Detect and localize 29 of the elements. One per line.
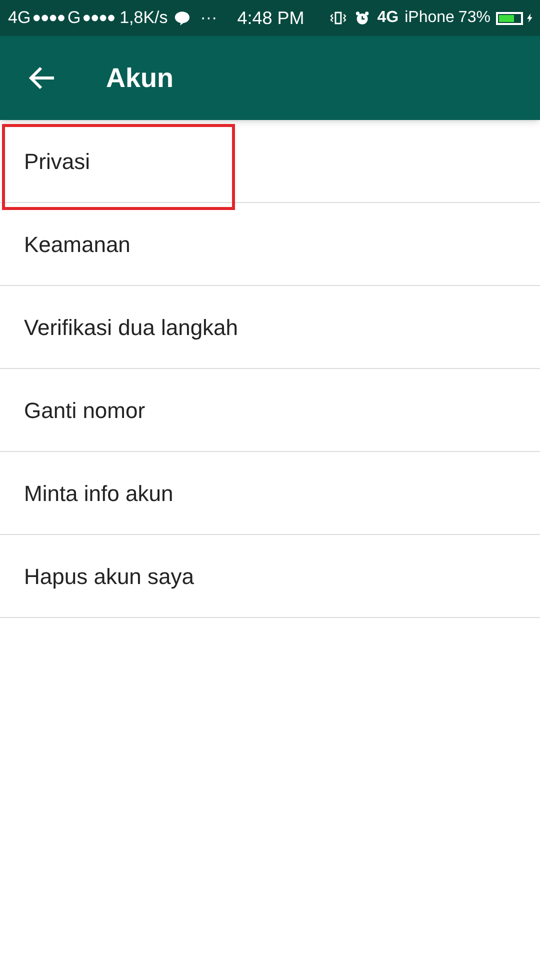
item-label: Verifikasi dua langkah	[24, 314, 238, 342]
carrier-label: iPhone	[404, 8, 454, 28]
page-title: Akun	[106, 62, 174, 95]
network-label: 4G	[377, 8, 399, 28]
settings-item[interactable]: Hapus akun saya	[0, 535, 540, 618]
network-label: G	[68, 7, 81, 30]
item-label: Keamanan	[24, 230, 130, 258]
settings-item[interactable]: Privasi	[0, 120, 540, 203]
speed-label: 1,8K/s	[120, 7, 168, 30]
settings-item[interactable]: Minta info akun	[0, 452, 540, 535]
item-label: Privasi	[24, 148, 90, 176]
item-label: Ganti nomor	[24, 396, 146, 424]
charging-icon	[526, 13, 532, 23]
settings-item[interactable]: Ganti nomor	[0, 369, 540, 452]
item-label: Hapus akun saya	[24, 562, 194, 591]
time-label: 4:48 PM	[237, 6, 304, 30]
item-label: Minta info akun	[24, 480, 174, 508]
vibrate-icon	[330, 10, 347, 26]
chat-bubble-icon	[174, 10, 190, 26]
overflow-label: ···	[200, 7, 218, 30]
signal-dots-icon	[82, 14, 116, 22]
alarm-clock-icon	[354, 10, 370, 26]
back-arrow-icon	[29, 66, 55, 90]
signal-dots-icon	[32, 14, 66, 22]
battery-icon	[496, 12, 523, 24]
settings-item[interactable]: Verifikasi dua langkah	[0, 286, 540, 369]
network-label: 4G	[8, 7, 31, 30]
settings-item[interactable]: Keamanan	[0, 203, 540, 286]
battery-percent: 73%	[458, 8, 490, 28]
